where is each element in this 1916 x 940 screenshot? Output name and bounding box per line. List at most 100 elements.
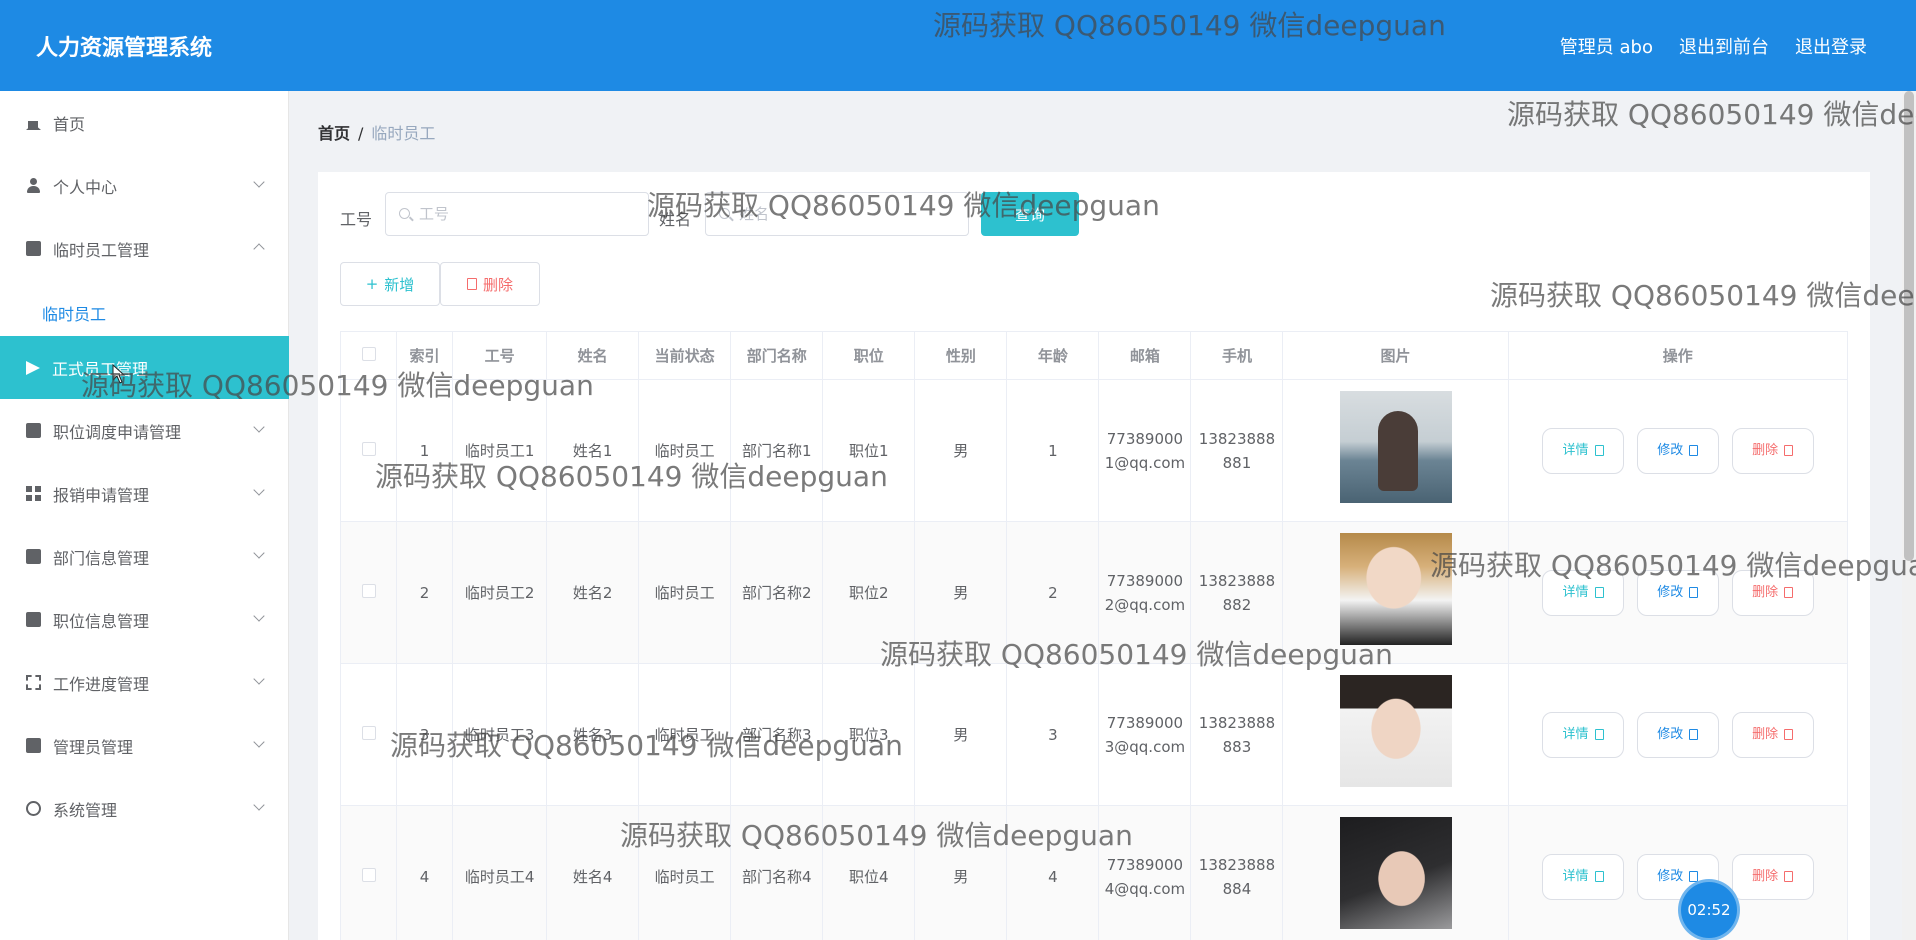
header-links: 管理员 abo 退出到前台 退出登录 [1560,33,1867,59]
chevron-down-icon [253,421,265,433]
edit-button[interactable]: 修改 [1636,569,1719,616]
name-input-wrapper [705,192,969,236]
index-cell: 2 [396,521,454,664]
paper-plane-icon [26,360,40,375]
column-header: 邮箱 [1098,331,1192,380]
dept-cell: 部门名称3 [730,663,824,806]
back-to-frontend-link[interactable]: 退出到前台 [1679,33,1769,59]
sidebar-item-label: 首页 [53,114,86,134]
select-all-cell[interactable] [339,331,398,380]
delete-label: 删除 [1752,726,1779,742]
grid-icon [26,486,41,501]
row-checkbox[interactable] [361,583,376,598]
operations-cell: 详情 修改 删除 [1507,379,1849,522]
select-all-checkbox[interactable] [361,346,376,361]
row-select-cell[interactable] [339,805,398,940]
delete-button[interactable]: 删除 [1731,569,1814,616]
phone-cell: 13823888882 [1190,521,1284,664]
batch-delete-button[interactable]: 删除 [440,262,540,306]
name-cell: 姓名3 [546,663,640,806]
row-select-cell[interactable] [339,663,398,806]
job-no-input[interactable] [419,203,619,225]
sidebar-item-position-info[interactable]: 职位信息管理 [0,588,289,651]
gender-cell: 男 [914,805,1008,940]
frame-icon [26,675,41,690]
row-select-cell[interactable] [339,521,398,664]
delete-button[interactable]: 删除 [1731,853,1814,900]
detail-button[interactable]: 详情 [1542,853,1625,900]
clipboard-icon [26,738,41,753]
sidebar-item-system-mgmt[interactable]: 系统管理 [0,777,289,840]
sidebar-subitem-temp-staff[interactable]: 临时员工 [0,280,289,343]
job-no-input-wrapper [385,192,649,236]
detail-button[interactable]: 详情 [1542,569,1625,616]
position-cell: 职位4 [822,805,916,940]
delete-button[interactable]: 删除 [1731,711,1814,758]
trash-icon [1784,871,1794,882]
delete-button[interactable]: 删除 [1731,427,1814,474]
sidebar-item-admin-mgmt[interactable]: 管理员管理 [0,714,289,777]
operations-cell: 详情 修改 删除 [1507,805,1849,940]
trash-icon [1784,729,1794,740]
staff-photo [1339,391,1452,503]
sidebar-item-formal-staff-mgmt[interactable]: 正式员工管理 [0,336,289,399]
age-cell: 2 [1006,521,1100,664]
sidebar-item-label: 部门信息管理 [53,548,150,568]
name-input[interactable] [739,203,939,225]
sidebar-item-department-info[interactable]: 部门信息管理 [0,525,289,588]
recording-timer-badge: 02:52 [1681,882,1737,938]
sidebar-item-home[interactable]: 首页 [0,91,289,154]
column-header: 年龄 [1006,331,1100,380]
add-button[interactable]: + 新增 [340,262,440,306]
operations-cell: 详情 修改 删除 [1507,521,1849,664]
sidebar: 首页 个人中心 临时员工管理 临时员工 正式员工管理 职位调度申请管理 报销申请… [0,91,289,940]
search-icon [719,208,730,219]
sidebar-item-label: 报销申请管理 [53,485,150,505]
delete-label: 删除 [1752,442,1779,458]
dept-cell: 部门名称4 [730,805,824,940]
email-cell: 773890003@qq.com [1098,663,1192,806]
sidebar-item-temp-staff-mgmt[interactable]: 临时员工管理 [0,217,289,280]
page-scrollbar[interactable] [1902,91,1916,940]
sidebar-item-personal-center[interactable]: 个人中心 [0,154,289,217]
query-button[interactable]: 查询 [981,192,1079,236]
top-header: 人力资源管理系统 管理员 abo 退出到前台 退出登录 [0,0,1916,91]
detail-label: 详情 [1562,868,1589,884]
gender-cell: 男 [914,379,1008,522]
edit-button[interactable]: 修改 [1636,427,1719,474]
add-button-label: 新增 [384,275,415,294]
row-select-cell[interactable] [339,379,398,522]
trash-icon [466,278,477,290]
index-cell: 1 [396,379,454,522]
table-row: 3 临时员工3 姓名3 临时员工 部门名称3 职位3 男 3 773890003… [339,663,1849,806]
row-checkbox[interactable] [361,441,376,456]
detail-button[interactable]: 详情 [1542,427,1625,474]
breadcrumb-separator: / [358,124,364,143]
edit-button[interactable]: 修改 [1636,711,1719,758]
scrollbar-thumb[interactable] [1904,91,1914,561]
column-header: 索引 [396,331,454,380]
age-cell: 3 [1006,663,1100,806]
age-cell: 4 [1006,805,1100,940]
edit-label: 修改 [1657,442,1684,458]
column-header: 性别 [914,331,1008,380]
detail-button[interactable]: 详情 [1542,711,1625,758]
breadcrumb-home[interactable]: 首页 [318,124,350,143]
row-checkbox[interactable] [361,867,376,882]
sidebar-item-work-progress[interactable]: 工作进度管理 [0,651,289,714]
query-button-label: 查询 [1014,205,1045,224]
logout-link[interactable]: 退出登录 [1795,33,1867,59]
document-icon [1594,445,1604,456]
sidebar-item-reimbursement[interactable]: 报销申请管理 [0,462,289,525]
phone-cell: 13823888881 [1190,379,1284,522]
row-checkbox[interactable] [361,725,376,740]
document-icon [1594,587,1604,598]
sidebar-item-position-transfer[interactable]: 职位调度申请管理 [0,399,289,462]
table-row: 4 临时员工4 姓名4 临时员工 部门名称4 职位4 男 4 773890004… [339,805,1849,940]
edit-label: 修改 [1657,584,1684,600]
admin-user-link[interactable]: 管理员 abo [1560,33,1653,59]
position-cell: 职位3 [822,663,916,806]
staff-photo [1339,817,1452,929]
dept-cell: 部门名称2 [730,521,824,664]
home-icon [26,115,41,130]
